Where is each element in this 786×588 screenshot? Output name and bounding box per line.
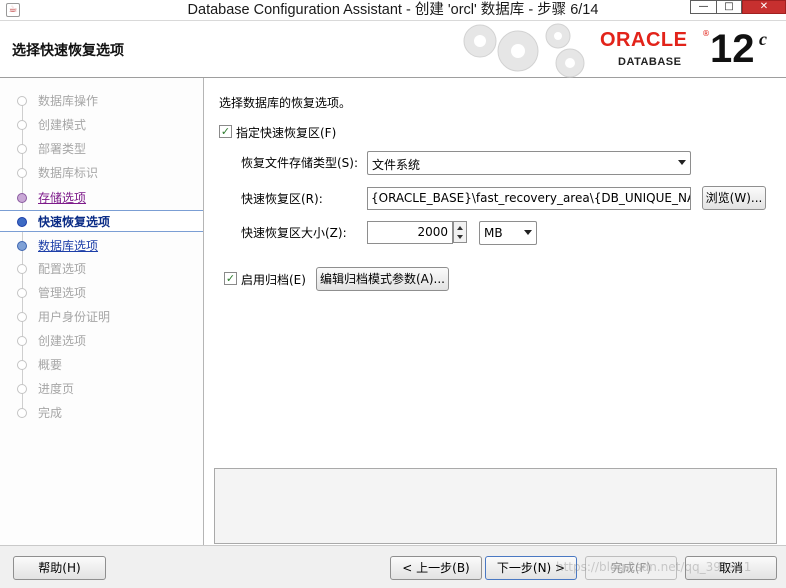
nav-step-label: 概要 [38, 358, 63, 372]
nav-step-label: 快速恢复选项 [38, 215, 111, 229]
step-status-icon [17, 408, 27, 418]
nav-step-item: 用户身份证明 [0, 306, 203, 328]
intro-text: 选择数据库的恢复选项。 [219, 96, 352, 110]
specify-fra-checkbox[interactable]: ✓ [219, 125, 232, 138]
fra-location-input[interactable]: {ORACLE_BASE}\fast_recovery_area\{DB_UNI… [367, 187, 691, 210]
nav-step-label: 数据库标识 [38, 166, 99, 180]
enable-archiving-label: 启用归档(E) [241, 273, 306, 287]
nav-step-label: 创建模式 [38, 118, 87, 132]
version-number: 12 [710, 27, 755, 71]
browse-button[interactable]: 浏览(W)... [702, 186, 766, 210]
step-status-icon [17, 217, 27, 227]
storage-type-label: 恢复文件存储类型(S): [241, 156, 359, 170]
spinner-down-icon[interactable] [457, 235, 463, 239]
nav-step-item[interactable]: 数据库选项 [0, 235, 203, 257]
fra-size-unit-select[interactable]: MB [479, 221, 537, 245]
step-status-icon [17, 288, 27, 298]
nav-step-item[interactable]: 存储选项 [0, 187, 203, 209]
nav-step-label: 用户身份证明 [38, 310, 111, 324]
back-button[interactable]: < 上一步(B) [390, 556, 482, 580]
gears-decoration-icon [463, 23, 585, 78]
main-panel: 选择数据库的恢复选项。 ✓ 指定快速恢复区(F) 恢复文件存储类型(S): 文件… [205, 78, 786, 545]
nav-step-label: 创建选项 [38, 334, 87, 348]
minimize-button[interactable]: — [690, 0, 716, 14]
nav-step-label: 存储选项 [38, 191, 87, 205]
nav-step-label: 完成 [38, 406, 63, 420]
nav-step-item: 创建模式 [0, 114, 203, 136]
wizard-header: 选择快速恢复选项 ORACLE ® DATABASE 12 c [0, 21, 786, 78]
title-bar: ☕ Database Configuration Assistant - 创建 … [0, 0, 786, 21]
version-suffix: c [759, 29, 767, 49]
step-status-icon [17, 168, 27, 178]
nav-step-item: 管理选项 [0, 282, 203, 304]
message-panel [214, 468, 777, 544]
page-title: 选择快速恢复选项 [12, 43, 124, 59]
nav-step-label: 数据库选项 [38, 239, 99, 253]
nav-step-label: 部署类型 [38, 142, 87, 156]
button-bar: 帮助(H) < 上一步(B) 下一步(N) > 完成(F) 取消 https:/… [0, 545, 786, 588]
nav-step-item: 数据库操作 [0, 90, 203, 112]
nav-step-item: 创建选项 [0, 330, 203, 352]
step-status-icon [17, 264, 27, 274]
fra-size-label: 快速恢复区大小(Z): [241, 226, 347, 240]
nav-step-item: 部署类型 [0, 138, 203, 160]
fra-size-spinner[interactable] [453, 221, 467, 243]
watermark-text: https://blog.csdn.net/qq_391911 [556, 560, 752, 574]
nav-step-item: 进度页 [0, 378, 203, 400]
nav-step-item: 配置选项 [0, 258, 203, 280]
help-button[interactable]: 帮助(H) [13, 556, 106, 580]
nav-step-item: 快速恢复选项 [0, 210, 203, 232]
edit-archive-params-button[interactable]: 编辑归档模式参数(A)... [316, 267, 449, 291]
enable-archiving-checkbox[interactable]: ✓ [224, 272, 237, 285]
chevron-down-icon [678, 160, 686, 165]
step-status-icon [17, 144, 27, 154]
step-status-icon [17, 193, 27, 203]
step-status-icon [17, 120, 27, 130]
nav-step-label: 数据库操作 [38, 94, 99, 108]
step-status-icon [17, 241, 27, 251]
step-status-icon [17, 312, 27, 322]
nav-step-label: 管理选项 [38, 286, 87, 300]
specify-fra-label: 指定快速恢复区(F) [236, 126, 337, 140]
nav-step-item: 数据库标识 [0, 162, 203, 184]
fra-size-input[interactable]: 2000 [367, 221, 453, 244]
oracle-logo: ORACLE ® DATABASE [600, 29, 710, 68]
window-title: Database Configuration Assistant - 创建 'o… [187, 2, 599, 18]
nav-step-item: 完成 [0, 402, 203, 424]
step-status-icon [17, 360, 27, 370]
nav-step-label: 配置选项 [38, 262, 87, 276]
step-navigation: 数据库操作创建模式部署类型数据库标识存储选项快速恢复选项 数据库选项配置选项管理选… [0, 78, 204, 545]
step-status-icon [17, 384, 27, 394]
storage-type-select[interactable]: 文件系统 [367, 151, 691, 175]
step-status-icon [17, 96, 27, 106]
chevron-down-icon [524, 230, 532, 235]
maximize-button[interactable]: □ [716, 0, 742, 14]
step-status-icon [17, 336, 27, 346]
close-button[interactable]: ✕ [742, 0, 786, 14]
nav-step-label: 进度页 [38, 382, 75, 396]
fra-location-label: 快速恢复区(R): [241, 192, 323, 206]
nav-step-item: 概要 [0, 354, 203, 376]
spinner-up-icon[interactable] [457, 226, 463, 230]
